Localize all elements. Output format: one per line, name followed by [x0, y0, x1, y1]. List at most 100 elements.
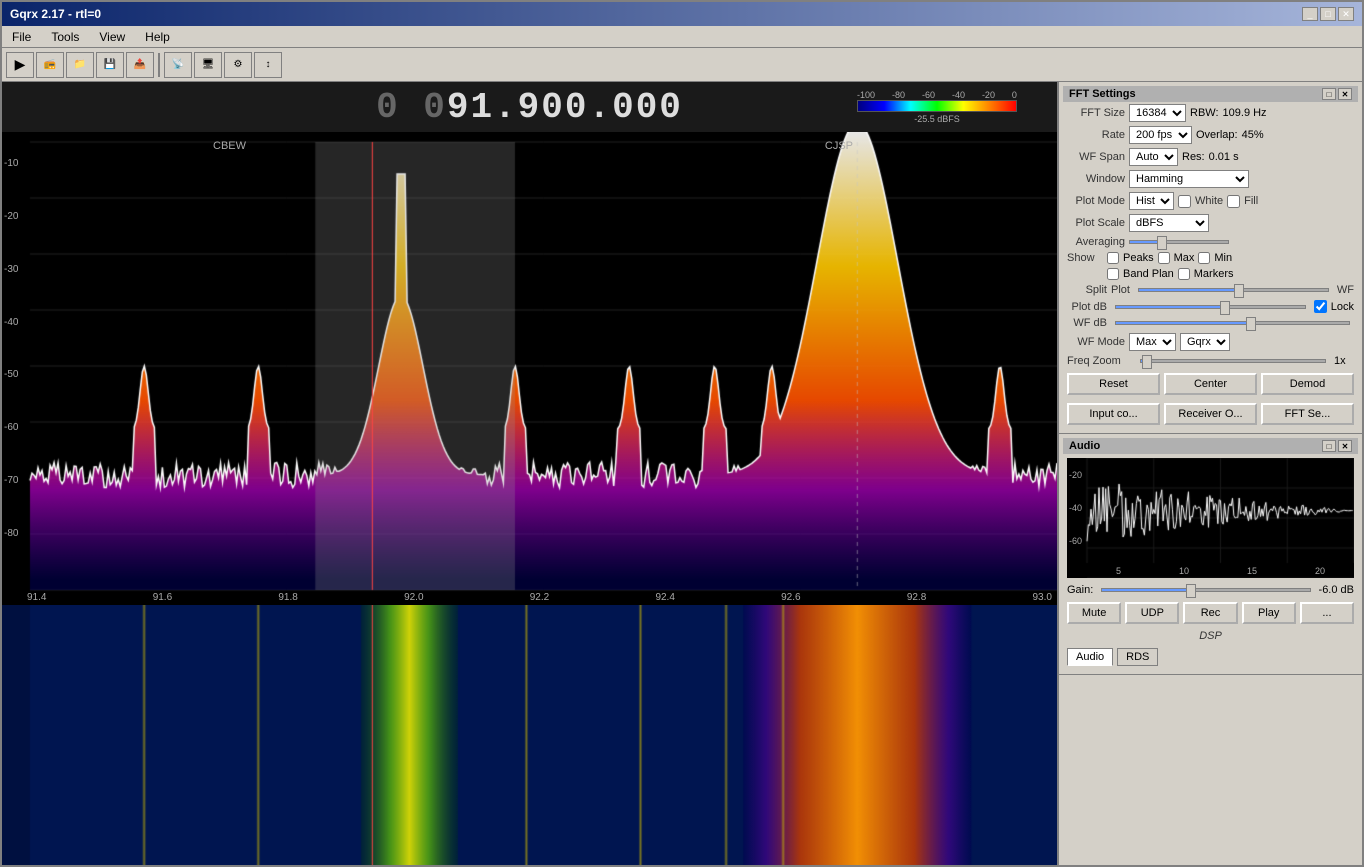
fft-restore-button[interactable]: □ — [1322, 88, 1336, 100]
y-label-60: -60 — [2, 422, 18, 433]
fill-checkbox[interactable] — [1227, 195, 1240, 208]
markers-checkbox[interactable] — [1178, 268, 1190, 280]
audio-y-20: -20 — [1069, 470, 1082, 480]
audio-close-button[interactable]: ✕ — [1338, 440, 1352, 452]
wf-mode-select2[interactable]: Gqrx — [1180, 333, 1230, 351]
x-93.0: 93.0 — [1033, 592, 1052, 603]
rds-tab[interactable]: RDS — [1117, 648, 1158, 666]
rate-select[interactable]: 200 fps — [1129, 126, 1192, 144]
rec-button[interactable]: Rec — [1183, 602, 1237, 624]
mute-button[interactable]: Mute — [1067, 602, 1121, 624]
plot-db-slider[interactable] — [1115, 305, 1306, 309]
band-plan-checkbox[interactable] — [1107, 268, 1119, 280]
audio-canvas — [1067, 458, 1354, 578]
settings-button[interactable]: ⚙ — [224, 52, 252, 78]
overlap-label: Overlap: — [1196, 129, 1238, 141]
audio-buttons-row: Mute UDP Rec Play ... — [1063, 598, 1358, 628]
wf-span-select[interactable]: Auto — [1129, 148, 1178, 166]
plot-mode-label: Plot Mode — [1065, 195, 1125, 207]
window-label: Window — [1065, 173, 1125, 185]
peaks-checkbox[interactable] — [1107, 252, 1119, 264]
wf-span-row: WF Span Auto Res: 0.01 s — [1063, 146, 1358, 168]
bookmark-button[interactable]: ↕ — [254, 52, 282, 78]
minimize-button[interactable]: _ — [1302, 7, 1318, 21]
menu-tools[interactable]: Tools — [45, 28, 85, 46]
scale-80: -80 — [892, 90, 905, 100]
open-button[interactable]: 📁 — [66, 52, 94, 78]
gain-slider[interactable] — [1101, 588, 1310, 592]
audio-y-60: -60 — [1069, 536, 1082, 546]
audio-tab[interactable]: Audio — [1067, 648, 1113, 666]
freq-zoom-slider[interactable] — [1140, 359, 1326, 363]
play-button[interactable]: ▶ — [6, 52, 34, 78]
maximize-button[interactable]: □ — [1320, 7, 1336, 21]
x-92.8: 92.8 — [907, 592, 926, 603]
demod-button[interactable]: Demod — [1261, 373, 1354, 395]
wf-db-slider[interactable] — [1115, 321, 1350, 325]
audio-header: Audio □ ✕ — [1063, 438, 1358, 454]
res-value: 0.01 s — [1209, 151, 1239, 163]
menu-file[interactable]: File — [6, 28, 37, 46]
fft-settings-section: FFT Settings □ ✕ FFT Size 16384 RBW: 109… — [1059, 82, 1362, 434]
more-buttons-row: Input co... Receiver O... FFT Se... — [1063, 399, 1358, 429]
fft-close-button[interactable]: ✕ — [1338, 88, 1352, 100]
waterfall-canvas — [2, 605, 1057, 865]
more-button[interactable]: ... — [1300, 602, 1354, 624]
export-button[interactable]: 📤 — [126, 52, 154, 78]
rbw-value: 109.9 Hz — [1223, 107, 1267, 119]
lock-checkbox[interactable] — [1314, 300, 1327, 313]
window-select[interactable]: Hamming — [1129, 170, 1249, 188]
averaging-slider[interactable] — [1129, 240, 1229, 244]
antenna-button[interactable]: 📡 — [164, 52, 192, 78]
menu-bar: File Tools View Help — [2, 26, 1362, 48]
device-button[interactable]: 📻 — [36, 52, 64, 78]
plot-label: Plot — [1111, 284, 1130, 296]
play-button-audio[interactable]: Play — [1242, 602, 1296, 624]
min-checkbox[interactable] — [1198, 252, 1210, 264]
reset-button[interactable]: Reset — [1067, 373, 1160, 395]
spectrum-plot[interactable]: -10 -20 -30 -40 -50 -60 -70 -80 CBEW CJS… — [2, 132, 1057, 605]
max-checkbox[interactable] — [1158, 252, 1170, 264]
max-label: Max — [1174, 252, 1195, 264]
plot-scale-select[interactable]: dBFS — [1129, 214, 1209, 232]
spectrum-area[interactable]: 0 0 91.900.000 -100 -80 -60 -40 -20 0 -2… — [2, 82, 1057, 865]
center-button[interactable]: Center — [1164, 373, 1257, 395]
freq-zoom-value: 1x — [1334, 355, 1354, 367]
split-slider[interactable] — [1138, 288, 1329, 292]
averaging-label: Averaging — [1065, 236, 1125, 248]
white-checkbox[interactable] — [1178, 195, 1191, 208]
menu-help[interactable]: Help — [139, 28, 176, 46]
show-label: Show — [1067, 252, 1103, 264]
input-co-button[interactable]: Input co... — [1067, 403, 1160, 425]
fft-se-button[interactable]: FFT Se... — [1261, 403, 1354, 425]
audio-x-10: 10 — [1179, 566, 1189, 576]
receiver-o-button[interactable]: Receiver O... — [1164, 403, 1257, 425]
audio-y-40: -40 — [1069, 503, 1082, 513]
udp-button[interactable]: UDP — [1125, 602, 1179, 624]
wf-mode-select1[interactable]: Max — [1129, 333, 1176, 351]
close-button[interactable]: ✕ — [1338, 7, 1354, 21]
toolbar: ▶ 📻 📁 💾 📤 📡 🖥 ⚙ ↕ — [2, 48, 1362, 82]
scale-100: -100 — [857, 90, 875, 100]
rate-label: Rate — [1065, 129, 1125, 141]
title-bar: Gqrx 2.17 - rtl=0 _ □ ✕ — [2, 2, 1362, 26]
plot-mode-select[interactable]: Hist — [1129, 192, 1174, 210]
waterfall-area[interactable] — [2, 605, 1057, 865]
freq-zoom-label: Freq Zoom — [1067, 355, 1132, 367]
fft-header-buttons: □ ✕ — [1322, 88, 1352, 100]
scale-labels: -100 -80 -60 -40 -20 0 — [857, 90, 1017, 100]
wf-mode-row: WF Mode Max Gqrx — [1063, 331, 1358, 353]
scale-gradient — [857, 100, 1017, 112]
audio-x-5: 5 — [1116, 566, 1121, 576]
audio-restore-button[interactable]: □ — [1322, 440, 1336, 452]
averaging-row: Averaging — [1063, 234, 1358, 250]
save-button[interactable]: 💾 — [96, 52, 124, 78]
toolbar-separator — [158, 53, 160, 77]
spectrum-canvas — [2, 132, 1057, 605]
white-label: White — [1195, 195, 1223, 207]
peaks-label: Peaks — [1123, 252, 1154, 264]
menu-view[interactable]: View — [93, 28, 131, 46]
scale-bar: -100 -80 -60 -40 -20 0 -25.5 dBFS — [857, 90, 1017, 124]
fft-size-select[interactable]: 16384 — [1129, 104, 1186, 122]
screen-button[interactable]: 🖥 — [194, 52, 222, 78]
